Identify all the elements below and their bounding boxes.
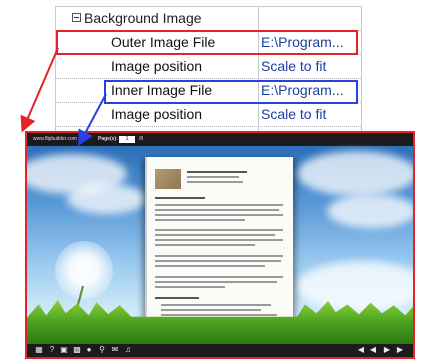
help-icon[interactable]: ? bbox=[48, 346, 56, 354]
page-text-line bbox=[155, 209, 279, 211]
page-number-input[interactable]: 1 bbox=[119, 136, 135, 143]
page-text-line bbox=[161, 304, 271, 306]
page-text-line bbox=[155, 197, 205, 199]
category-row-background-image[interactable]: Background Image bbox=[56, 7, 361, 31]
property-name: Inner Image File bbox=[56, 79, 259, 102]
last-page-icon[interactable]: ▶ bbox=[396, 346, 404, 354]
page-text-line bbox=[155, 204, 283, 206]
viewer-top-toolbar: www.flipbuilder.com Page(s): 1 /8 bbox=[27, 133, 413, 146]
page-text-line bbox=[155, 229, 283, 231]
page-text-line bbox=[155, 281, 277, 283]
zoom-icon[interactable]: ● bbox=[85, 346, 93, 354]
category-value-cell bbox=[261, 7, 361, 30]
property-row-inner-image-file[interactable]: Inner Image File E:\Program... bbox=[56, 79, 361, 103]
page-text-line bbox=[155, 244, 255, 246]
category-label: Background Image bbox=[84, 10, 202, 26]
search-icon[interactable]: ⚲ bbox=[98, 346, 106, 354]
page-text-line bbox=[155, 260, 281, 262]
thumbnails-icon[interactable]: ▦ bbox=[35, 346, 43, 354]
page-text-line bbox=[155, 297, 199, 299]
page-text-line bbox=[155, 214, 283, 216]
page-text-line bbox=[187, 176, 239, 178]
property-value-inner-image-file[interactable]: E:\Program... bbox=[261, 79, 361, 102]
page-text-line bbox=[187, 171, 247, 173]
page-text-line bbox=[161, 309, 261, 311]
outer-background-image bbox=[27, 146, 413, 349]
category-label-cell: Background Image bbox=[56, 7, 259, 30]
previous-page-icon[interactable]: ◀ bbox=[369, 346, 377, 354]
page-text-line bbox=[155, 265, 265, 267]
sound-icon[interactable]: ♫ bbox=[124, 346, 132, 354]
page-label: Page(s): bbox=[98, 136, 118, 142]
page-text-line bbox=[187, 181, 243, 183]
site-label: www.flipbuilder.com bbox=[33, 136, 77, 142]
property-row-outer-image-position[interactable]: Image position Scale to fit bbox=[56, 55, 361, 79]
page-text-line bbox=[155, 239, 283, 241]
fullscreen-icon[interactable]: ▣ bbox=[60, 346, 68, 354]
property-row-outer-image-file[interactable]: Outer Image File E:\Program... bbox=[56, 31, 361, 55]
property-name: Image position bbox=[56, 103, 259, 126]
page-text-line bbox=[155, 234, 275, 236]
property-value-inner-image-position[interactable]: Scale to fit bbox=[261, 103, 361, 126]
property-name: Outer Image File bbox=[56, 31, 259, 54]
next-page-icon[interactable]: ▶ bbox=[383, 346, 391, 354]
property-row-inner-image-position[interactable]: Image position Scale to fit bbox=[56, 103, 361, 127]
first-page-icon[interactable]: ◀ bbox=[357, 346, 365, 354]
page-thumbnail-image bbox=[155, 169, 181, 189]
page-total: /8 bbox=[139, 136, 144, 142]
flipbook-preview: www.flipbuilder.com Page(s): 1 /8 ▦ ? ▣ … bbox=[25, 131, 415, 359]
property-value-outer-image-file[interactable]: E:\Program... bbox=[261, 31, 361, 54]
share-icon[interactable]: ✉ bbox=[111, 346, 119, 354]
property-value-outer-image-position[interactable]: Scale to fit bbox=[261, 55, 361, 78]
page-text-line bbox=[161, 314, 277, 316]
property-name: Image position bbox=[56, 55, 259, 78]
print-icon[interactable]: ▩ bbox=[73, 346, 81, 354]
page-text-line bbox=[155, 255, 283, 257]
cloud-shape bbox=[327, 194, 413, 228]
red-callout-arrow bbox=[20, 47, 59, 133]
collapse-icon[interactable] bbox=[72, 13, 81, 22]
cloud-shape bbox=[297, 261, 413, 311]
page-text-line bbox=[155, 276, 283, 278]
page-text-line bbox=[155, 219, 245, 221]
dandelion-illustration bbox=[55, 241, 113, 299]
page-text-line bbox=[155, 286, 225, 288]
cloud-shape bbox=[297, 151, 413, 196]
viewer-bottom-toolbar: ▦ ? ▣ ▩ ● ⚲ ✉ ♫ ◀ ◀ ▶ ▶ bbox=[27, 344, 413, 357]
cloud-shape bbox=[67, 184, 147, 214]
